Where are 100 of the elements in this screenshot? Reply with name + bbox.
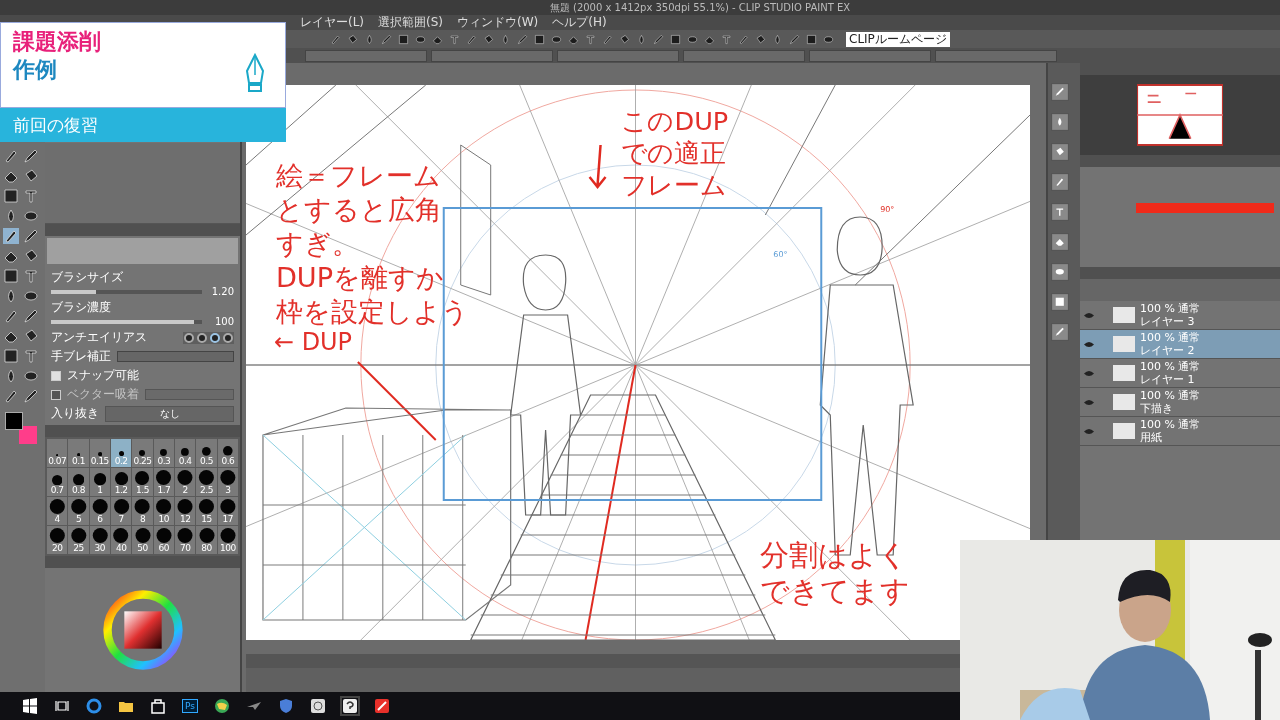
brush-size-tile[interactable]: 12 [175, 497, 196, 525]
brush-size-tile[interactable]: 20 [47, 526, 68, 554]
layer-row[interactable]: 100 % 通常 レイヤー 1 [1080, 359, 1280, 388]
browser-icon[interactable] [86, 698, 102, 714]
brush-size-tile[interactable]: 4 [47, 497, 68, 525]
brush-size-tile[interactable]: 0.5 [196, 439, 217, 467]
brush-size-tile[interactable]: 0.07 [47, 439, 68, 467]
color-bar[interactable] [1136, 203, 1274, 213]
brush-size-tile[interactable]: 1 [89, 468, 110, 496]
brush-size-tile[interactable]: 2.5 [196, 468, 217, 496]
layer-row[interactable]: 100 % 通常 用紙 [1080, 417, 1280, 446]
brush-size-tile[interactable]: 1.5 [132, 468, 153, 496]
brush-icon[interactable] [330, 33, 341, 45]
droplet-icon[interactable] [636, 33, 647, 45]
brush-size-tile[interactable]: 0.3 [153, 439, 174, 467]
text-icon[interactable] [1051, 203, 1069, 221]
brush-icon[interactable] [1051, 173, 1069, 191]
brush-icon[interactable] [3, 148, 19, 164]
brush-icon[interactable] [3, 308, 19, 324]
brush-size-tile[interactable]: 30 [89, 526, 110, 554]
eye-icon[interactable] [1084, 398, 1094, 406]
brush-icon[interactable] [3, 228, 19, 244]
select-field[interactable]: なし [105, 405, 234, 422]
windows-logo-icon[interactable] [22, 698, 38, 714]
eraser-icon[interactable] [432, 33, 443, 45]
brush-size-tile[interactable]: 5 [68, 497, 89, 525]
checkbox[interactable] [51, 389, 61, 400]
brush-dot-icon [153, 499, 174, 514]
brush-size-tile[interactable]: 1.2 [111, 468, 132, 496]
antialias-selector[interactable] [183, 331, 234, 344]
droplet-icon[interactable] [1051, 113, 1069, 131]
paint-app-icon[interactable] [373, 698, 390, 714]
eye-icon[interactable] [1084, 340, 1094, 348]
brush-dot-icon [132, 499, 153, 514]
menu-item[interactable]: ウィンドウ(W) [457, 15, 539, 30]
brush-size-tile[interactable]: 0.6 [217, 439, 238, 467]
eye-icon[interactable] [1084, 311, 1094, 319]
eraser-icon[interactable] [704, 33, 715, 45]
pen-icon[interactable] [1051, 83, 1069, 101]
brush-size-tile[interactable]: 8 [132, 497, 153, 525]
brush-icon[interactable] [738, 33, 749, 45]
brush-size-tile[interactable]: 80 [196, 526, 217, 554]
brush-size-tile[interactable]: 0.1 [68, 439, 89, 467]
layer-row[interactable]: 100 % 通常 レイヤー 2 [1080, 330, 1280, 359]
droplet-icon[interactable] [364, 33, 375, 45]
brush-size-tile[interactable]: 3 [217, 468, 238, 496]
layer-thumbnail [1113, 394, 1135, 410]
speech-bubble-icon[interactable] [341, 698, 358, 714]
droplet-icon[interactable] [500, 33, 511, 45]
layer-row[interactable]: 100 % 通常 下描き [1080, 388, 1280, 417]
droplet-icon[interactable] [772, 33, 783, 45]
brush-dot-icon [217, 499, 238, 514]
brush-size-tile[interactable]: 0.25 [132, 439, 153, 467]
brush-dot-icon [55, 453, 59, 456]
brush-size-tile[interactable]: 40 [111, 526, 132, 554]
brush-size-tile[interactable]: 70 [175, 526, 196, 554]
brush-size-tile[interactable]: 0.15 [89, 439, 110, 467]
app-icon[interactable]: Ps [182, 699, 198, 713]
brush-size-tile[interactable]: 60 [153, 526, 174, 554]
menu-item[interactable]: レイヤー(L) [300, 15, 365, 30]
canvas[interactable]: 90° 60° 絵＝フレーム とすると広角 すぎ。 DUPを離すか 枠を設定しよう ← DUP このDUP での適正 フレーム 分割はよく できてます [246, 85, 1030, 640]
brush-size-tile[interactable]: 50 [132, 526, 153, 554]
brush-dot-icon [196, 528, 217, 543]
eye-icon[interactable] [1084, 369, 1094, 377]
shopping-bag-icon[interactable] [150, 698, 166, 714]
color-wheel[interactable] [100, 588, 185, 672]
sub-color-swatch[interactable] [19, 426, 37, 444]
brush-size-tile[interactable]: 1.7 [153, 468, 174, 496]
brush-size-tile[interactable]: 100 [217, 526, 238, 554]
eye-icon[interactable] [1084, 427, 1094, 435]
main-color-swatch[interactable] [5, 412, 23, 430]
link-field[interactable]: CLIPルームページ [846, 31, 950, 47]
pen-icon[interactable] [1051, 323, 1069, 341]
brush-size-tile[interactable]: 6 [89, 497, 110, 525]
task-view-icon[interactable] [54, 698, 70, 714]
banner-section: 前回の復習 [0, 108, 286, 142]
eraser-icon[interactable] [568, 33, 579, 45]
brush-size-tile[interactable]: 0.2 [111, 439, 132, 467]
brush-size-tile[interactable]: 0.4 [175, 439, 196, 467]
banner-subtitle: 作例 [13, 56, 57, 85]
brush-icon[interactable] [3, 388, 19, 404]
slider-track[interactable] [51, 289, 202, 294]
brush-size-tile[interactable]: 0.7 [47, 468, 68, 496]
brush-size-tile[interactable]: 7 [111, 497, 132, 525]
globe-icon[interactable] [213, 698, 230, 714]
brush-size-tile[interactable]: 15 [196, 497, 217, 525]
menu-item[interactable]: 選択範囲(S) [378, 15, 444, 30]
brush-icon[interactable] [602, 33, 613, 45]
stabilizer-field[interactable] [117, 351, 234, 362]
brush-size-tile[interactable]: 25 [68, 526, 89, 554]
property-value: 100 [213, 316, 234, 327]
checkbox[interactable] [51, 370, 61, 381]
eraser-icon[interactable] [1051, 233, 1069, 251]
shield-icon[interactable] [277, 698, 294, 714]
brush-icon[interactable] [466, 33, 477, 45]
brush-size-tile[interactable]: 17 [217, 497, 238, 525]
brush-size-tile[interactable]: 2 [175, 468, 196, 496]
brush-size-tile[interactable]: 10 [153, 497, 174, 525]
brush-size-tile[interactable]: 0.8 [68, 468, 89, 496]
menu-item[interactable]: ヘルプ(H) [552, 15, 607, 30]
